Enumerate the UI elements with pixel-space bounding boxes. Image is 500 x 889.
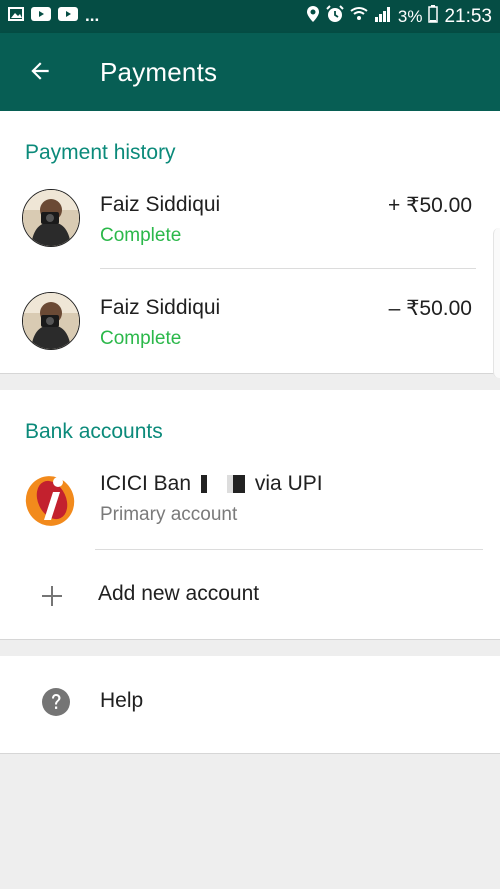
payment-history-section: Payment history Faiz Siddiqui Complete +… bbox=[0, 111, 500, 374]
avatar bbox=[22, 292, 80, 350]
scroll-edge bbox=[493, 228, 500, 378]
redacted-block bbox=[191, 475, 250, 493]
status-bar: ... 3% 21:53 bbox=[0, 0, 500, 33]
help-label: Help bbox=[100, 689, 144, 712]
row-divider bbox=[100, 268, 476, 269]
bank-accounts-section: Bank accounts ICICI Ban via UPI Primary … bbox=[0, 390, 500, 640]
account-subtitle: Primary account bbox=[100, 504, 238, 525]
avatar bbox=[22, 189, 80, 247]
back-button[interactable] bbox=[20, 53, 60, 93]
add-account-label: Add new account bbox=[98, 582, 260, 605]
payer-name: Faiz Siddiqui bbox=[100, 296, 221, 319]
app-bar: Payments bbox=[0, 33, 500, 111]
row-divider bbox=[95, 549, 483, 550]
image-icon bbox=[8, 6, 24, 26]
overflow-dots: ... bbox=[85, 6, 100, 25]
help-row[interactable]: Help bbox=[0, 656, 500, 753]
youtube-icon bbox=[58, 6, 78, 26]
payment-amount: – ₹50.00 bbox=[388, 297, 472, 320]
help-icon bbox=[41, 687, 71, 722]
section-title-payment-history: Payment history bbox=[25, 141, 176, 164]
wifi-icon bbox=[350, 6, 368, 27]
alarm-icon bbox=[326, 5, 344, 28]
system-icons: 3% 21:53 bbox=[306, 5, 492, 28]
payment-row[interactable]: Faiz Siddiqui Complete + ₹50.00 bbox=[0, 181, 500, 271]
signal-icon bbox=[374, 6, 392, 27]
payment-status: Complete bbox=[100, 328, 182, 349]
help-section: Help bbox=[0, 656, 500, 754]
payment-status: Complete bbox=[100, 225, 182, 246]
bank-name-suffix: via UPI bbox=[254, 472, 323, 495]
battery-percent: 3% bbox=[397, 6, 423, 26]
plus-icon bbox=[40, 584, 64, 613]
arrow-back-icon bbox=[27, 58, 53, 89]
bank-name-prefix: ICICI Ban bbox=[100, 472, 192, 495]
payment-row[interactable]: Faiz Siddiqui Complete – ₹50.00 bbox=[0, 284, 500, 374]
battery-icon bbox=[428, 5, 439, 28]
add-account-button[interactable]: Add new account bbox=[0, 562, 500, 628]
payer-name: Faiz Siddiqui bbox=[100, 193, 221, 216]
youtube-icon bbox=[31, 6, 51, 26]
clock: 21:53 bbox=[444, 5, 492, 27]
bank-account-name: ICICI Ban via UPI bbox=[100, 472, 323, 496]
payment-amount: + ₹50.00 bbox=[387, 194, 472, 217]
bank-account-row[interactable]: ICICI Ban via UPI Primary account bbox=[0, 462, 500, 542]
location-icon bbox=[306, 5, 320, 28]
section-title-bank-accounts: Bank accounts bbox=[25, 420, 163, 443]
icici-logo-icon bbox=[23, 470, 77, 533]
notification-icons: ... bbox=[8, 6, 99, 26]
page-title: Payments bbox=[100, 57, 218, 87]
